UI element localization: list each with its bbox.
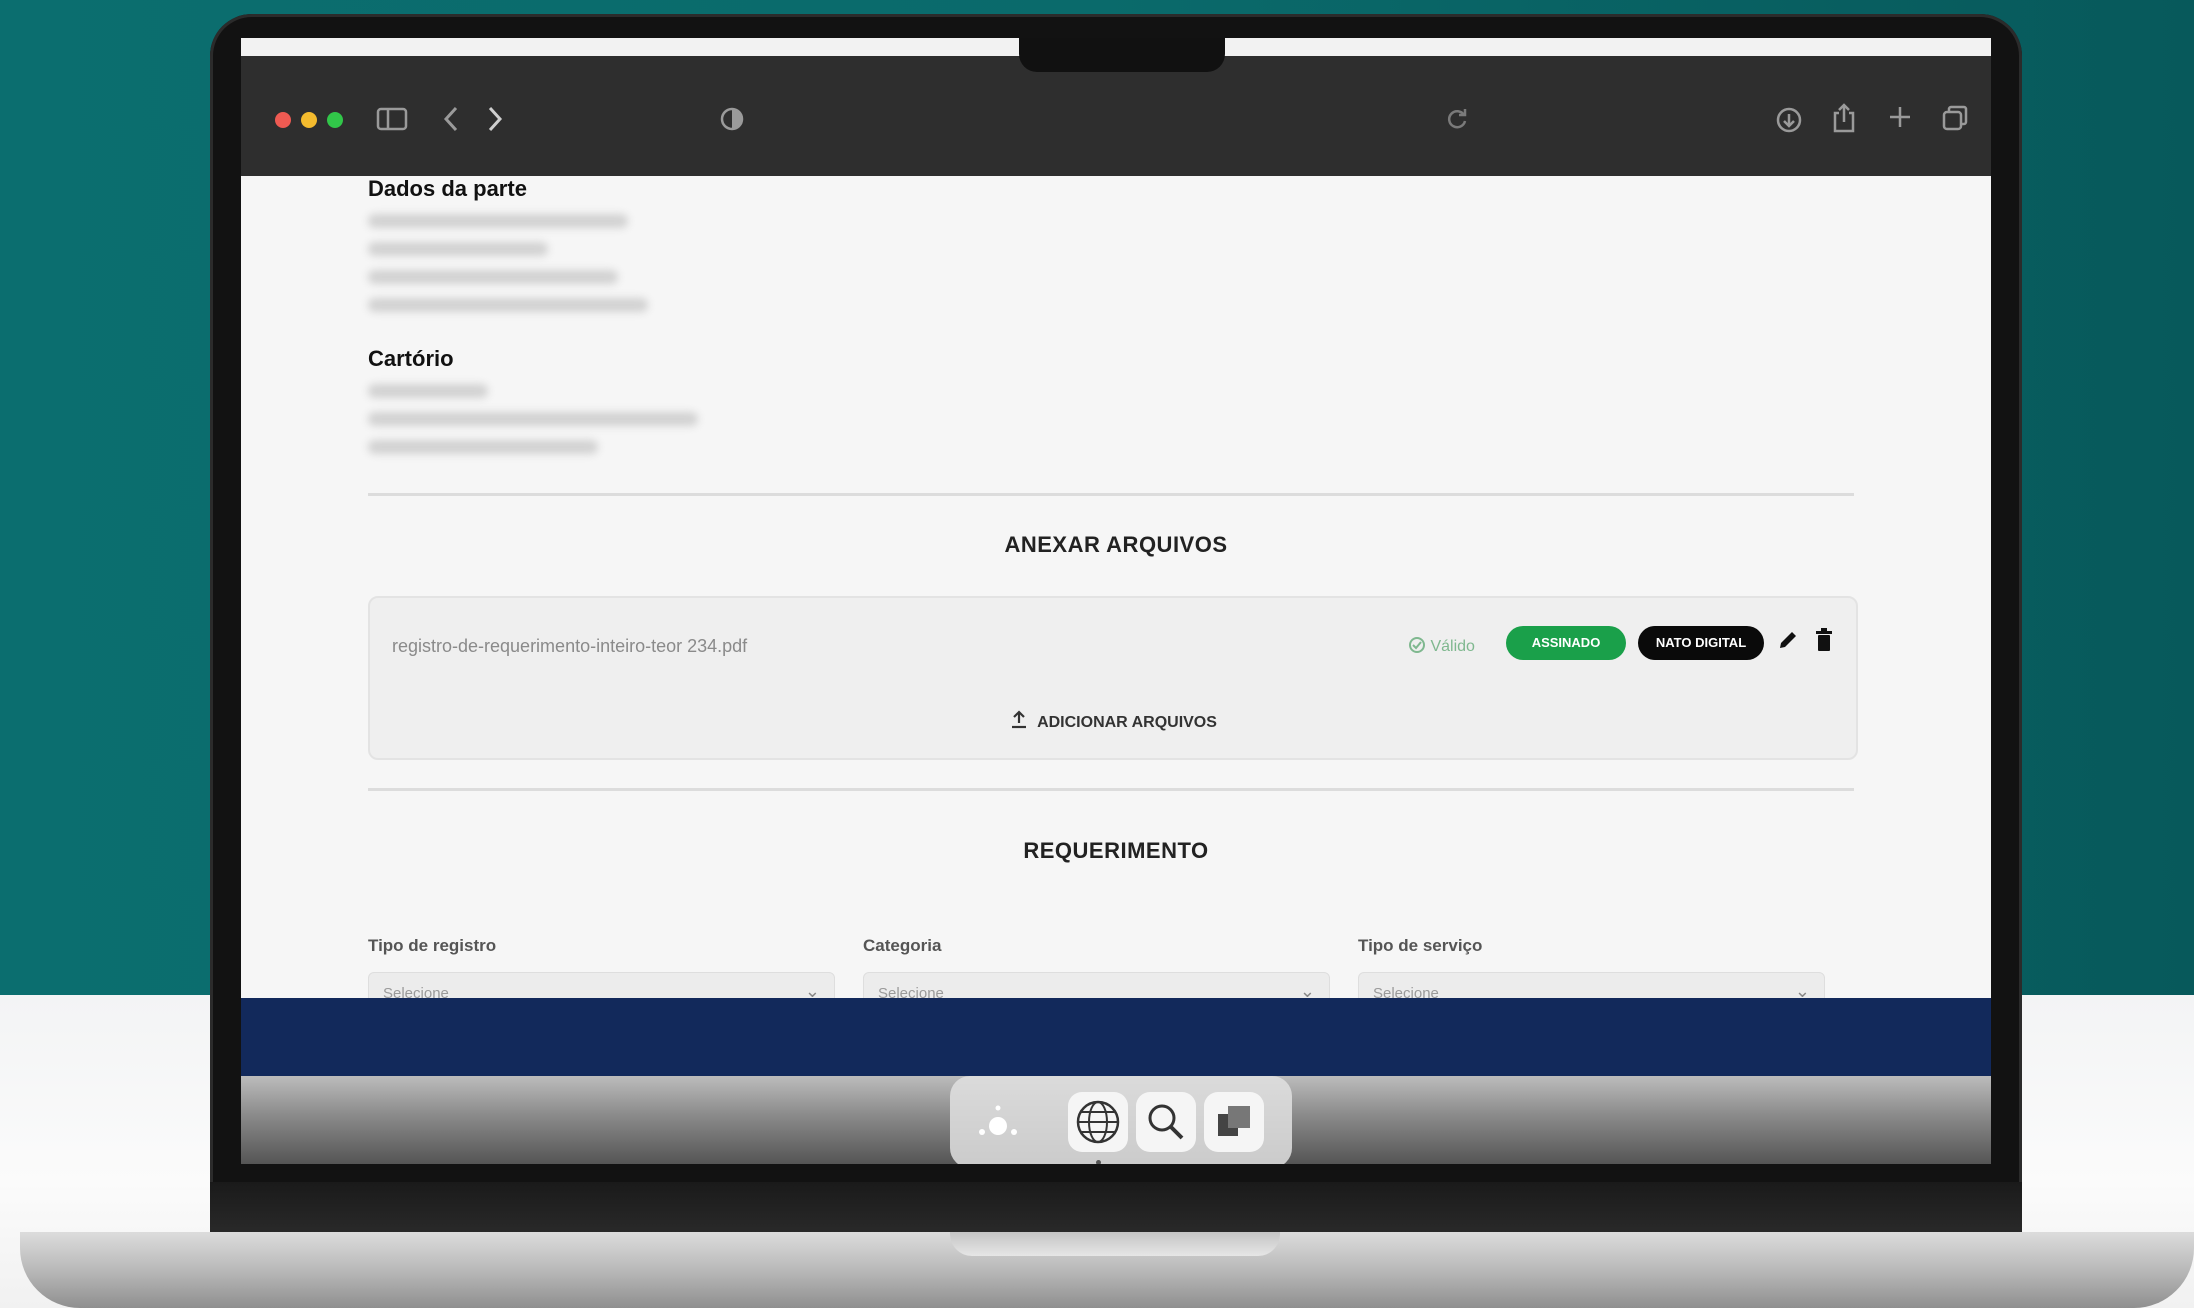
launchpad-icon[interactable] xyxy=(968,1092,1028,1152)
close-window-button[interactable] xyxy=(275,112,291,128)
request-title: REQUERIMENTO xyxy=(1023,838,1209,863)
minimize-window-button[interactable] xyxy=(301,112,317,128)
laptop-screen: Dados da parte Cartório ANEXAR ARQUIVOS … xyxy=(241,38,1991,1164)
delete-trash-icon[interactable] xyxy=(1814,628,1834,658)
back-icon[interactable] xyxy=(441,104,461,140)
registry-detail-redacted xyxy=(368,412,698,426)
safari-globe-icon[interactable] xyxy=(1068,1092,1128,1152)
service-type-label: Tipo de serviço xyxy=(1358,936,1483,955)
share-icon[interactable] xyxy=(1831,102,1857,140)
sidebar-icon[interactable] xyxy=(376,106,408,138)
browser-toolbar xyxy=(241,56,1991,176)
laptop-base-notch xyxy=(950,1232,1280,1256)
dock xyxy=(950,1076,1292,1164)
camera-notch xyxy=(1019,38,1225,72)
divider xyxy=(368,493,1854,496)
desktop-area xyxy=(241,1076,1991,1164)
tabs-overview-icon[interactable] xyxy=(1941,104,1969,138)
party-detail-redacted xyxy=(368,242,548,256)
category-label: Categoria xyxy=(863,936,942,955)
registry-detail-redacted xyxy=(368,384,488,398)
attachments-title: ANEXAR ARQUIVOS xyxy=(1004,532,1228,557)
attached-file-name[interactable]: registro-de-requerimento-inteiro-teor 23… xyxy=(392,636,747,657)
party-heading: Dados da parte xyxy=(368,176,527,201)
page-content: Dados da parte Cartório ANEXAR ARQUIVOS … xyxy=(241,176,1991,1014)
edit-pencil-icon[interactable] xyxy=(1776,628,1800,658)
native-digital-badge[interactable]: NATO DIGITAL xyxy=(1638,626,1764,660)
new-tab-icon[interactable] xyxy=(1887,104,1913,136)
reload-icon[interactable] xyxy=(1445,106,1469,138)
party-detail-redacted xyxy=(368,298,648,312)
validity-label: Válido xyxy=(1430,638,1475,655)
laptop-hinge xyxy=(210,1182,2022,1236)
download-icon[interactable] xyxy=(1775,106,1803,140)
privacy-shield-icon[interactable] xyxy=(719,106,745,138)
page-footer-band xyxy=(241,998,1991,1076)
signed-badge[interactable]: ASSINADO xyxy=(1506,626,1626,660)
registry-type-label: Tipo de registro xyxy=(368,936,497,955)
registry-heading: Cartório xyxy=(368,346,454,371)
add-files-button[interactable]: ADICIONAR ARQUIVOS xyxy=(370,710,1856,732)
add-files-label: ADICIONAR ARQUIVOS xyxy=(1037,714,1217,731)
divider xyxy=(368,788,1854,791)
file-validity-status: Válido xyxy=(1408,636,1475,656)
party-detail-redacted xyxy=(368,270,618,284)
preview-icon[interactable] xyxy=(1204,1092,1264,1152)
active-app-indicator xyxy=(1096,1160,1101,1164)
party-detail-redacted xyxy=(368,214,628,228)
zoom-window-button[interactable] xyxy=(327,112,343,128)
attachments-panel: registro-de-requerimento-inteiro-teor 23… xyxy=(368,596,1858,760)
spotlight-search-icon[interactable] xyxy=(1136,1092,1196,1152)
forward-icon[interactable] xyxy=(485,104,505,140)
registry-detail-redacted xyxy=(368,440,598,454)
